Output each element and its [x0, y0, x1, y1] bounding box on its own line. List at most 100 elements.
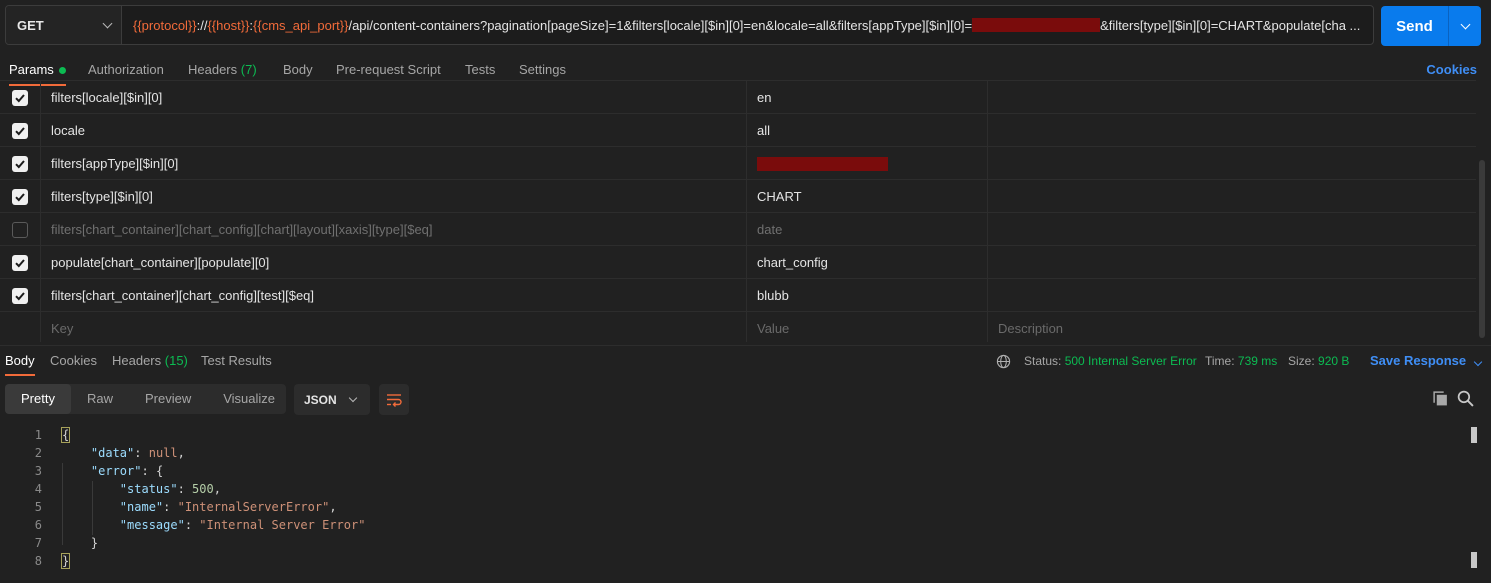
view-raw-button[interactable]: Raw: [71, 384, 129, 414]
method-select[interactable]: GET: [6, 6, 122, 44]
tab-test-results[interactable]: Test Results: [201, 351, 272, 376]
param-checkbox[interactable]: [12, 155, 28, 172]
language-select[interactable]: JSON: [294, 384, 370, 415]
globe-icon[interactable]: [996, 354, 1011, 369]
param-description-input[interactable]: Description: [988, 312, 1476, 342]
code-text: "status": 500,: [119, 482, 221, 496]
view-mode-group: Pretty Raw Preview Visualize: [5, 384, 286, 414]
brace: }: [60, 553, 71, 569]
code-text: }: [60, 552, 71, 570]
json-key: "data": [90, 446, 135, 460]
send-button-group: Send: [1381, 6, 1481, 46]
status-info: Status: 500 Internal Server Error: [1024, 354, 1197, 368]
tab-response-body[interactable]: Body: [5, 351, 35, 376]
time-info: Time: 739 ms: [1205, 354, 1277, 368]
indent-guide: [62, 463, 63, 545]
param-value[interactable]: date: [747, 213, 988, 246]
method-label: GET: [17, 17, 44, 33]
json-value: "Internal Server Error": [199, 518, 366, 532]
json-value: null: [148, 446, 178, 460]
send-options-button[interactable]: [1449, 6, 1481, 46]
param-checkbox[interactable]: [12, 188, 28, 205]
param-key[interactable]: filters[appType][$in][0]: [41, 147, 747, 180]
size-label: Size:: [1288, 354, 1315, 368]
response-code-editor[interactable]: 1 { 2 "data": null, 3 "error": { 4 "statu…: [0, 426, 1491, 583]
param-description[interactable]: [988, 114, 1476, 147]
view-preview-button[interactable]: Preview: [129, 384, 207, 414]
chevron-down-icon: [1460, 19, 1470, 29]
param-checkbox-cell: [0, 213, 41, 246]
line-number: 7: [34, 536, 42, 550]
time-value[interactable]: 739 ms: [1238, 354, 1277, 368]
param-description[interactable]: [988, 147, 1476, 180]
wrap-lines-button[interactable]: [379, 384, 409, 415]
param-value[interactable]: blubb: [747, 279, 988, 312]
param-checkbox[interactable]: [12, 89, 28, 106]
response-bar: Body Cookies Headers (15) Test Results S…: [0, 345, 1491, 376]
param-description[interactable]: [988, 180, 1476, 213]
url-input[interactable]: {{protocol}}://{{host}}: {{cms_api_port}}…: [122, 6, 1373, 44]
chevron-down-icon: [348, 393, 358, 402]
param-key[interactable]: filters[chart_container][chart_config][c…: [41, 213, 747, 246]
active-dot-icon: [58, 67, 66, 75]
param-key[interactable]: filters[locale][$in][0]: [41, 81, 747, 114]
params-scrollbar[interactable]: [1479, 160, 1485, 338]
view-pretty-button[interactable]: Pretty: [5, 384, 71, 414]
url-sep: ://: [196, 17, 208, 33]
tab-response-cookies[interactable]: Cookies: [50, 351, 97, 376]
search-icon[interactable]: [1457, 390, 1474, 407]
param-row: filters[chart_container][chart_config][t…: [0, 279, 1476, 312]
json-key: "error": [90, 464, 142, 478]
param-value[interactable]: all: [747, 114, 988, 147]
url-tail: &filters[type][$in][0]=CHART&populate[ch…: [1100, 17, 1361, 33]
param-key[interactable]: locale: [41, 114, 747, 147]
line-number: 3: [34, 464, 42, 478]
param-checkbox[interactable]: [12, 254, 28, 271]
param-checkbox-cell: [0, 279, 41, 312]
code-scroll-marker[interactable]: [1471, 427, 1477, 443]
cookies-link[interactable]: Cookies: [1426, 62, 1477, 77]
url-var-port: {{cms_api_port}}: [253, 17, 349, 33]
param-checkbox[interactable]: [12, 122, 28, 139]
code-text: "message": "Internal Server Error": [119, 518, 366, 532]
param-description[interactable]: [988, 81, 1476, 114]
language-label: JSON: [304, 392, 337, 407]
brace: {: [155, 464, 164, 478]
param-checkbox[interactable]: [12, 221, 28, 238]
param-key[interactable]: populate[chart_container][populate][0]: [41, 246, 747, 279]
param-row: filters[appType][$in][0]: [0, 147, 1476, 180]
param-key-input[interactable]: Key: [41, 312, 747, 342]
redacted-block: [757, 156, 888, 171]
copy-icon[interactable]: [1432, 390, 1449, 407]
indent-guide: [92, 481, 93, 535]
param-description[interactable]: [988, 279, 1476, 312]
param-row: filters[type][$in][0] CHART: [0, 180, 1476, 213]
param-value[interactable]: [747, 147, 988, 180]
param-checkbox-cell: [0, 180, 41, 213]
param-value-input[interactable]: Value: [747, 312, 988, 342]
url-var-host: {{host}}: [207, 17, 250, 33]
save-response-label: Save Response: [1370, 353, 1467, 368]
check-icon: [15, 192, 25, 201]
view-visualize-button[interactable]: Visualize: [207, 384, 291, 414]
param-key[interactable]: filters[type][$in][0]: [41, 180, 747, 213]
code-text: "error": {: [90, 464, 164, 478]
url-path: /api/content-containers?pagination[pageS…: [348, 17, 973, 33]
param-key[interactable]: filters[chart_container][chart_config][t…: [41, 279, 747, 312]
chevron-down-icon: [102, 18, 113, 28]
tab-response-headers[interactable]: Headers (15): [112, 351, 188, 376]
check-icon: [15, 93, 25, 102]
param-value[interactable]: en: [747, 81, 988, 114]
param-row: filters[chart_container][chart_config][c…: [0, 213, 1476, 246]
param-description[interactable]: [988, 213, 1476, 246]
params-table: filters[locale][$in][0] en locale all fi…: [0, 80, 1476, 342]
code-scroll-marker[interactable]: [1471, 552, 1477, 568]
status-value[interactable]: 500 Internal Server Error: [1065, 354, 1197, 368]
param-description[interactable]: [988, 246, 1476, 279]
param-value[interactable]: CHART: [747, 180, 988, 213]
send-button[interactable]: Send: [1381, 6, 1449, 46]
param-checkbox[interactable]: [12, 287, 28, 304]
param-value[interactable]: chart_config: [747, 246, 988, 279]
save-response-button[interactable]: Save Response: [1370, 353, 1483, 368]
size-value[interactable]: 920 B: [1318, 354, 1349, 368]
